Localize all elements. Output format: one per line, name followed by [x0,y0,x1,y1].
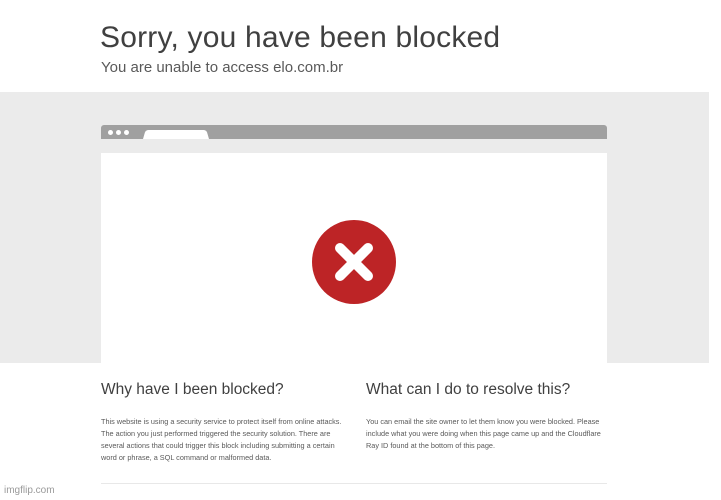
window-dot-icon [124,130,129,135]
why-blocked-body: This website is using a security service… [101,417,342,462]
browser-tab [143,129,209,139]
resolve-body: You can email the site owner to let them… [366,417,601,450]
window-dot-icon [108,130,113,135]
browser-illustration [101,125,607,363]
footer-divider [101,483,607,484]
browser-viewport [101,153,607,363]
page-subtitle: You are unable to access elo.com.br [101,59,344,76]
watermark: imgflip.com [4,485,55,496]
window-dot-icon [116,130,121,135]
why-blocked-section: Why have I been blocked? This website is… [101,381,351,464]
browser-title-bar [101,125,607,139]
error-x-icon [312,220,396,304]
why-blocked-heading: Why have I been blocked? [101,381,284,398]
resolve-section: What can I do to resolve this? You can e… [366,381,611,452]
page-header: Sorry, you have been blocked You are una… [0,0,721,92]
resolve-heading: What can I do to resolve this? [366,381,571,398]
page-title: Sorry, you have been blocked [100,21,501,54]
